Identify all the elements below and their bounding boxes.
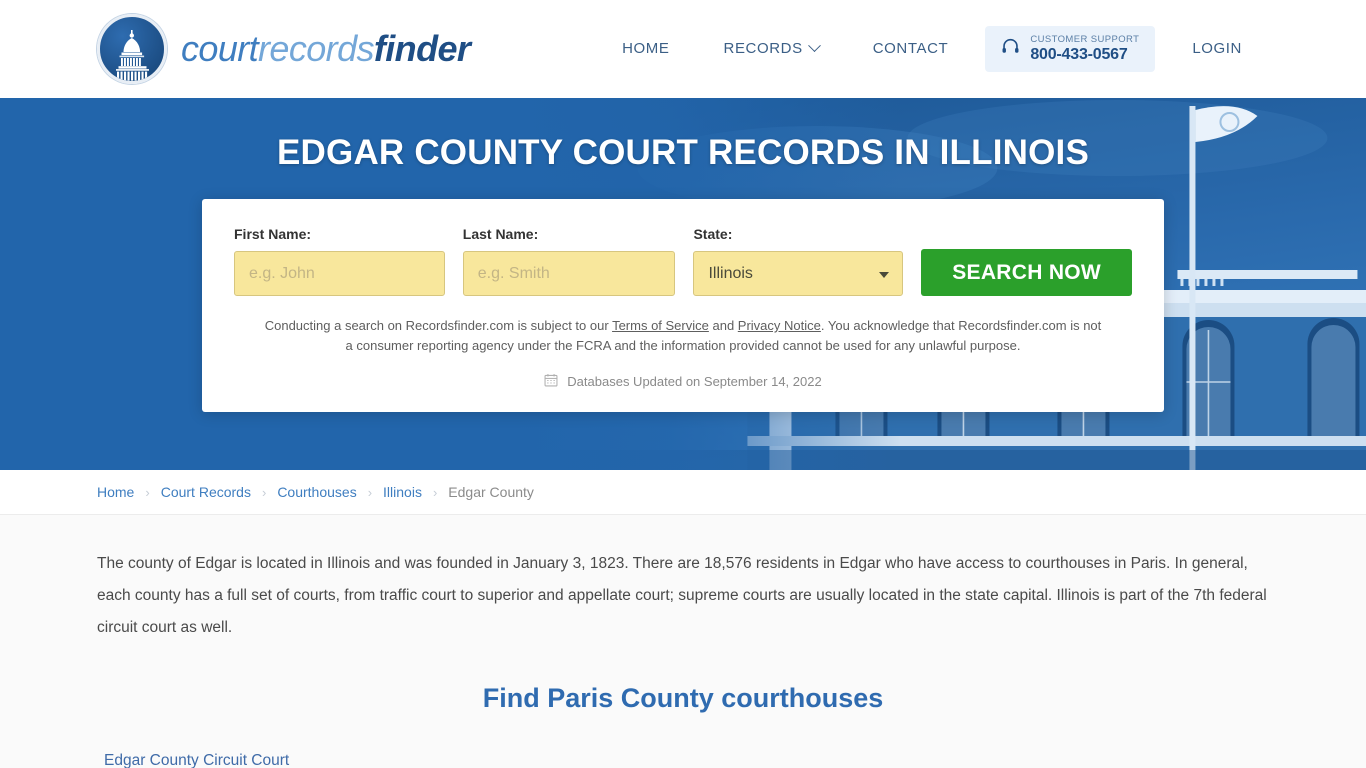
search-form-card: First Name: Last Name: State: SEARCH NOW…	[202, 199, 1164, 413]
breadcrumb-item-courthouses[interactable]: Courthouses	[277, 484, 356, 500]
brand-part-finder: finder	[373, 28, 471, 69]
courthouse-link[interactable]: Edgar County Circuit Court	[97, 752, 289, 768]
site-header: courtrecordsfinder HOME RECORDS CONTACT …	[0, 0, 1366, 98]
support-label: CUSTOMER SUPPORT	[1030, 33, 1140, 45]
nav-home-label: HOME	[622, 40, 670, 58]
breadcrumb-separator: ›	[145, 484, 150, 500]
calendar-icon	[544, 373, 558, 390]
capitol-dome-icon	[97, 14, 167, 84]
breadcrumb-separator: ›	[367, 484, 373, 500]
state-select-wrap	[693, 251, 904, 296]
nav-login-label: LOGIN	[1192, 40, 1242, 58]
hero-section: EDGAR COUNTY COURT RECORDS IN ILLINOIS F…	[0, 98, 1366, 470]
last-name-field: Last Name:	[462, 226, 676, 296]
headset-icon	[1001, 37, 1020, 61]
courthouse-list: Edgar County Circuit Court	[97, 752, 1269, 768]
breadcrumb-item-illinois[interactable]: Illinois	[383, 484, 422, 500]
database-updated-row: Databases Updated on September 14, 2022	[234, 373, 1132, 390]
breadcrumb-item-current: Edgar County	[448, 484, 534, 500]
terms-of-service-link[interactable]: Terms of Service	[612, 318, 709, 333]
state-select[interactable]	[693, 251, 904, 296]
first-name-input[interactable]	[234, 251, 445, 296]
nav-records[interactable]: RECORDS	[697, 30, 846, 67]
first-name-label: First Name:	[234, 226, 312, 242]
search-disclaimer: Conducting a search on Recordsfinder.com…	[234, 316, 1132, 356]
database-updated-text: Databases Updated on September 14, 2022	[567, 374, 822, 390]
first-name-field: First Name:	[234, 226, 445, 296]
customer-support-box[interactable]: CUSTOMER SUPPORT 800-433-0567	[985, 25, 1156, 73]
brand-part-records: records	[258, 28, 374, 69]
section-heading: Find Paris County courthouses	[482, 683, 884, 714]
main-navigation: HOME RECORDS CONTACT CUSTOMER SUPPORT 80…	[595, 25, 1269, 73]
privacy-notice-link[interactable]: Privacy Notice	[738, 318, 821, 333]
breadcrumb-separator: ›	[432, 484, 438, 500]
chevron-down-icon	[807, 39, 821, 53]
search-now-button[interactable]: SEARCH NOW	[921, 249, 1133, 296]
site-logo[interactable]: courtrecordsfinder	[97, 14, 471, 84]
disclaimer-text-1: Conducting a search on Recordsfinder.com…	[264, 318, 613, 333]
nav-home[interactable]: HOME	[595, 30, 696, 67]
state-field: State:	[693, 226, 904, 296]
page-title: EDGAR COUNTY COURT RECORDS IN ILLINOIS	[277, 133, 1089, 172]
breadcrumb-item-home[interactable]: Home	[97, 484, 134, 500]
last-name-input[interactable]	[462, 251, 676, 296]
brand-wordmark: courtrecordsfinder	[181, 28, 471, 70]
breadcrumb-item-court-records[interactable]: Court Records	[161, 484, 251, 500]
support-phone: 800-433-0567	[1030, 46, 1128, 64]
nav-login[interactable]: LOGIN	[1165, 30, 1269, 67]
breadcrumb-separator: ›	[261, 484, 267, 500]
nav-contact-label: CONTACT	[872, 40, 949, 58]
nav-contact[interactable]: CONTACT	[846, 30, 976, 67]
search-form-row: First Name: Last Name: State: SEARCH NOW	[234, 226, 1133, 296]
disclaimer-and: and	[708, 318, 738, 333]
brand-part-court: court	[181, 28, 259, 69]
nav-records-label: RECORDS	[723, 40, 803, 58]
state-label: State:	[693, 226, 733, 242]
county-intro-paragraph: The county of Edgar is located in Illino…	[97, 555, 1267, 636]
breadcrumb: Home › Court Records › Courthouses › Ill…	[0, 470, 1366, 515]
main-content: The county of Edgar is located in Illino…	[0, 515, 1366, 768]
last-name-label: Last Name:	[462, 226, 539, 242]
